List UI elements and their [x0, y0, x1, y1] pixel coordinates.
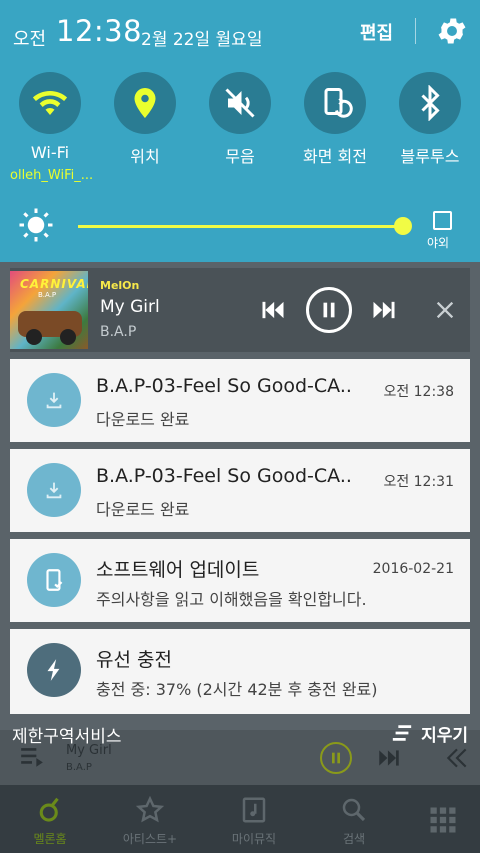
media-track-title: My Girl	[100, 297, 160, 317]
qs-label-location: 위치	[130, 147, 160, 166]
clock: 12:38	[56, 14, 143, 48]
screen-rotation-toggle[interactable]	[304, 72, 366, 134]
qs-label-bluetooth: 블루투스	[400, 147, 460, 166]
divider	[415, 18, 416, 44]
edit-button[interactable]: 편집	[360, 19, 393, 45]
ampm-label: 오전	[13, 29, 47, 50]
nav-label: 아티스트+	[122, 832, 178, 846]
notification-text: 주의사항을 읽고 이해했음을 확인합니다.	[96, 590, 367, 609]
background-next-icon	[376, 745, 404, 771]
notification-text: 다운로드 완료	[96, 500, 190, 519]
gear-icon[interactable]	[435, 14, 469, 48]
footer-bar: 제한구역서비스 지우기	[0, 718, 480, 748]
wifi-ssid: olleh_WiFi_...	[10, 168, 94, 183]
nav-item-melon-home: 멜론홈	[2, 785, 98, 853]
notification-text: 충전 중: 37% (2시간 42분 후 충전 완료)	[96, 680, 378, 699]
download-icon	[27, 463, 81, 517]
background-collapse-icon	[444, 745, 470, 771]
notification-software-update[interactable]: 소프트웨어 업데이트 2016-02-21 주의사항을 읽고 이해했음을 확인합…	[10, 539, 470, 622]
notification-charging[interactable]: 유선 충전 충전 중: 37% (2시간 42분 후 충전 완료)	[10, 629, 470, 714]
status-bar: 오전 12:38 2월 22일 월요일 편집	[0, 0, 480, 64]
background-bottom-nav: 멜론홈 아티스트+ 마이뮤직 검색	[0, 785, 480, 853]
notification-title: 유선 충전	[96, 649, 172, 671]
phone-update-icon	[27, 553, 81, 607]
bluetooth-toggle[interactable]	[399, 72, 461, 134]
album-art-wheel	[60, 329, 76, 345]
location-toggle[interactable]	[114, 72, 176, 134]
media-notification[interactable]: CARNIVAL B.A.P MelOn My Girl B.A.P	[10, 268, 470, 352]
star-icon	[135, 795, 165, 823]
date-label: 2월 22일 월요일	[141, 30, 263, 50]
qs-label-mute: 무음	[225, 147, 255, 166]
mute-toggle[interactable]	[209, 72, 271, 134]
clear-all-label: 지우기	[421, 725, 468, 746]
lightning-icon	[27, 643, 81, 697]
pause-icon[interactable]	[306, 287, 352, 333]
screen-rotation-icon	[324, 88, 353, 118]
melon-home-icon	[39, 797, 59, 822]
media-track-artist: B.A.P	[100, 324, 137, 340]
notification-download-1[interactable]: B.A.P-03-Feel So Good-CA.. 오전 12:38 다운로드…	[10, 359, 470, 442]
brightness-slider[interactable]	[78, 225, 403, 228]
wifi-icon	[32, 91, 68, 115]
grid-menu-icon	[428, 805, 458, 835]
location-pin-icon	[134, 88, 156, 118]
outdoor-mode-checkbox[interactable]	[433, 211, 452, 230]
clear-all-icon	[392, 725, 412, 741]
notification-download-2[interactable]: B.A.P-03-Feel So Good-CA.. 오전 12:31 다운로드…	[10, 449, 470, 532]
album-art-wheel	[26, 329, 42, 345]
nav-label: 마이뮤직	[231, 832, 277, 846]
notification-text: 다운로드 완료	[96, 410, 190, 429]
nav-label: 멜론홈	[33, 832, 67, 846]
notification-time: 2016-02-21	[372, 561, 454, 577]
wifi-toggle[interactable]	[19, 72, 81, 134]
media-app-name: MelOn	[100, 279, 140, 292]
notification-title: 소프트웨어 업데이트	[96, 559, 260, 581]
previous-track-icon[interactable]	[257, 295, 289, 325]
nav-item-my-music: 마이뮤직	[206, 785, 302, 853]
album-art-title: CARNIVAL	[20, 277, 88, 291]
restricted-area-service-label: 제한구역서비스	[12, 727, 122, 747]
outdoor-mode-label: 야외	[427, 236, 450, 250]
qs-label-rotation: 화면 회전	[303, 147, 367, 166]
qs-label-wifi: Wi-Fi	[30, 143, 70, 162]
nav-item-search: 검색	[306, 785, 402, 853]
notification-title: B.A.P-03-Feel So Good-CA..	[96, 465, 352, 487]
album-art: CARNIVAL B.A.P	[10, 271, 88, 349]
notification-time: 오전 12:31	[383, 474, 454, 490]
next-track-icon[interactable]	[368, 295, 400, 325]
album-art-artist: B.A.P	[38, 291, 57, 299]
my-music-icon	[242, 797, 266, 823]
quick-panel: 오전 12:38 2월 22일 월요일 편집 Wi-Fi 위치 무음 화면 회전…	[0, 0, 480, 262]
close-icon[interactable]	[430, 295, 460, 325]
nav-label: 검색	[342, 832, 366, 846]
background-player-artist: B.A.P	[66, 762, 92, 773]
clear-all-button[interactable]: 지우기	[391, 721, 468, 746]
search-icon	[342, 798, 366, 822]
download-icon	[27, 373, 81, 427]
nav-item-artist: 아티스트+	[102, 785, 198, 853]
bluetooth-icon	[421, 85, 440, 121]
brightness-slider-handle[interactable]	[394, 217, 412, 235]
notification-time: 오전 12:38	[383, 384, 454, 400]
mute-icon	[225, 88, 255, 118]
brightness-sun-icon	[18, 207, 54, 243]
notification-title: B.A.P-03-Feel So Good-CA..	[96, 375, 352, 397]
